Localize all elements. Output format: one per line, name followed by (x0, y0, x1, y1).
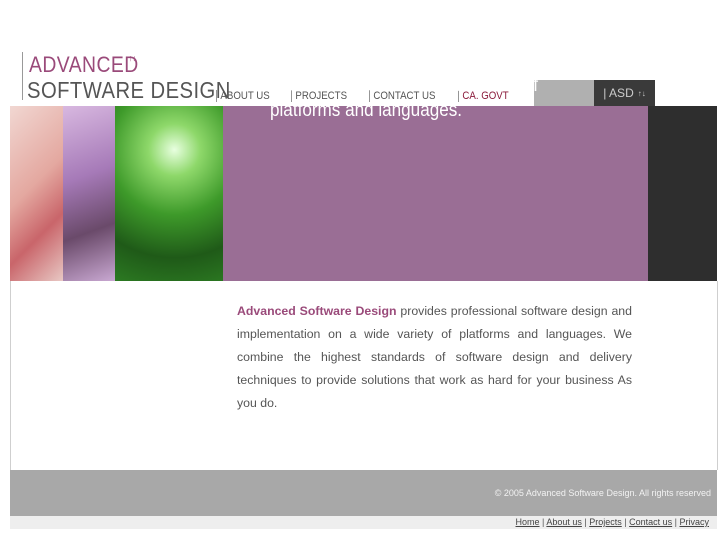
intro-paragraph: Advanced Software Design provides profes… (237, 300, 632, 415)
footer-link-privacy[interactable]: Privacy (679, 517, 709, 527)
logo-line2: SOFTWARE DESIGN (27, 77, 231, 103)
footer: © 2005 Advanced Software Design. All rig… (10, 470, 717, 516)
footer-links: Home | About us | Projects | Contact us … (516, 517, 709, 527)
copyright-text: © 2005 Advanced Software Design. All rig… (494, 488, 711, 498)
man-photo (63, 106, 115, 281)
brand-name: Advanced Software Design (237, 304, 397, 318)
intro-text: provides professional software design an… (237, 304, 632, 410)
logo-arrows-icon: ↑↓ (128, 53, 137, 63)
footer-link-contact-us[interactable]: Contact us (629, 517, 672, 527)
footer-links-bar: Home | About us | Projects | Contact us … (10, 516, 717, 529)
footer-link-projects[interactable]: Projects (589, 517, 622, 527)
link-separator: | (621, 517, 630, 527)
keyboard-photo (10, 106, 63, 281)
site-logo[interactable]: ADVANCED ↑↓ SOFTWARE DESIGN (22, 52, 230, 103)
hero-tagline: professional software design and impleme… (270, 50, 539, 121)
logo-line1: ADVANCED (29, 52, 139, 77)
tagline-panel (223, 106, 648, 281)
footer-link-about-us[interactable]: About us (546, 517, 582, 527)
globe-photo (115, 106, 223, 281)
hero-banner (10, 106, 717, 281)
dark-panel (648, 106, 717, 281)
asd-arrows-icon: ↑↓ (637, 88, 646, 98)
footer-link-home[interactable]: Home (516, 517, 540, 527)
